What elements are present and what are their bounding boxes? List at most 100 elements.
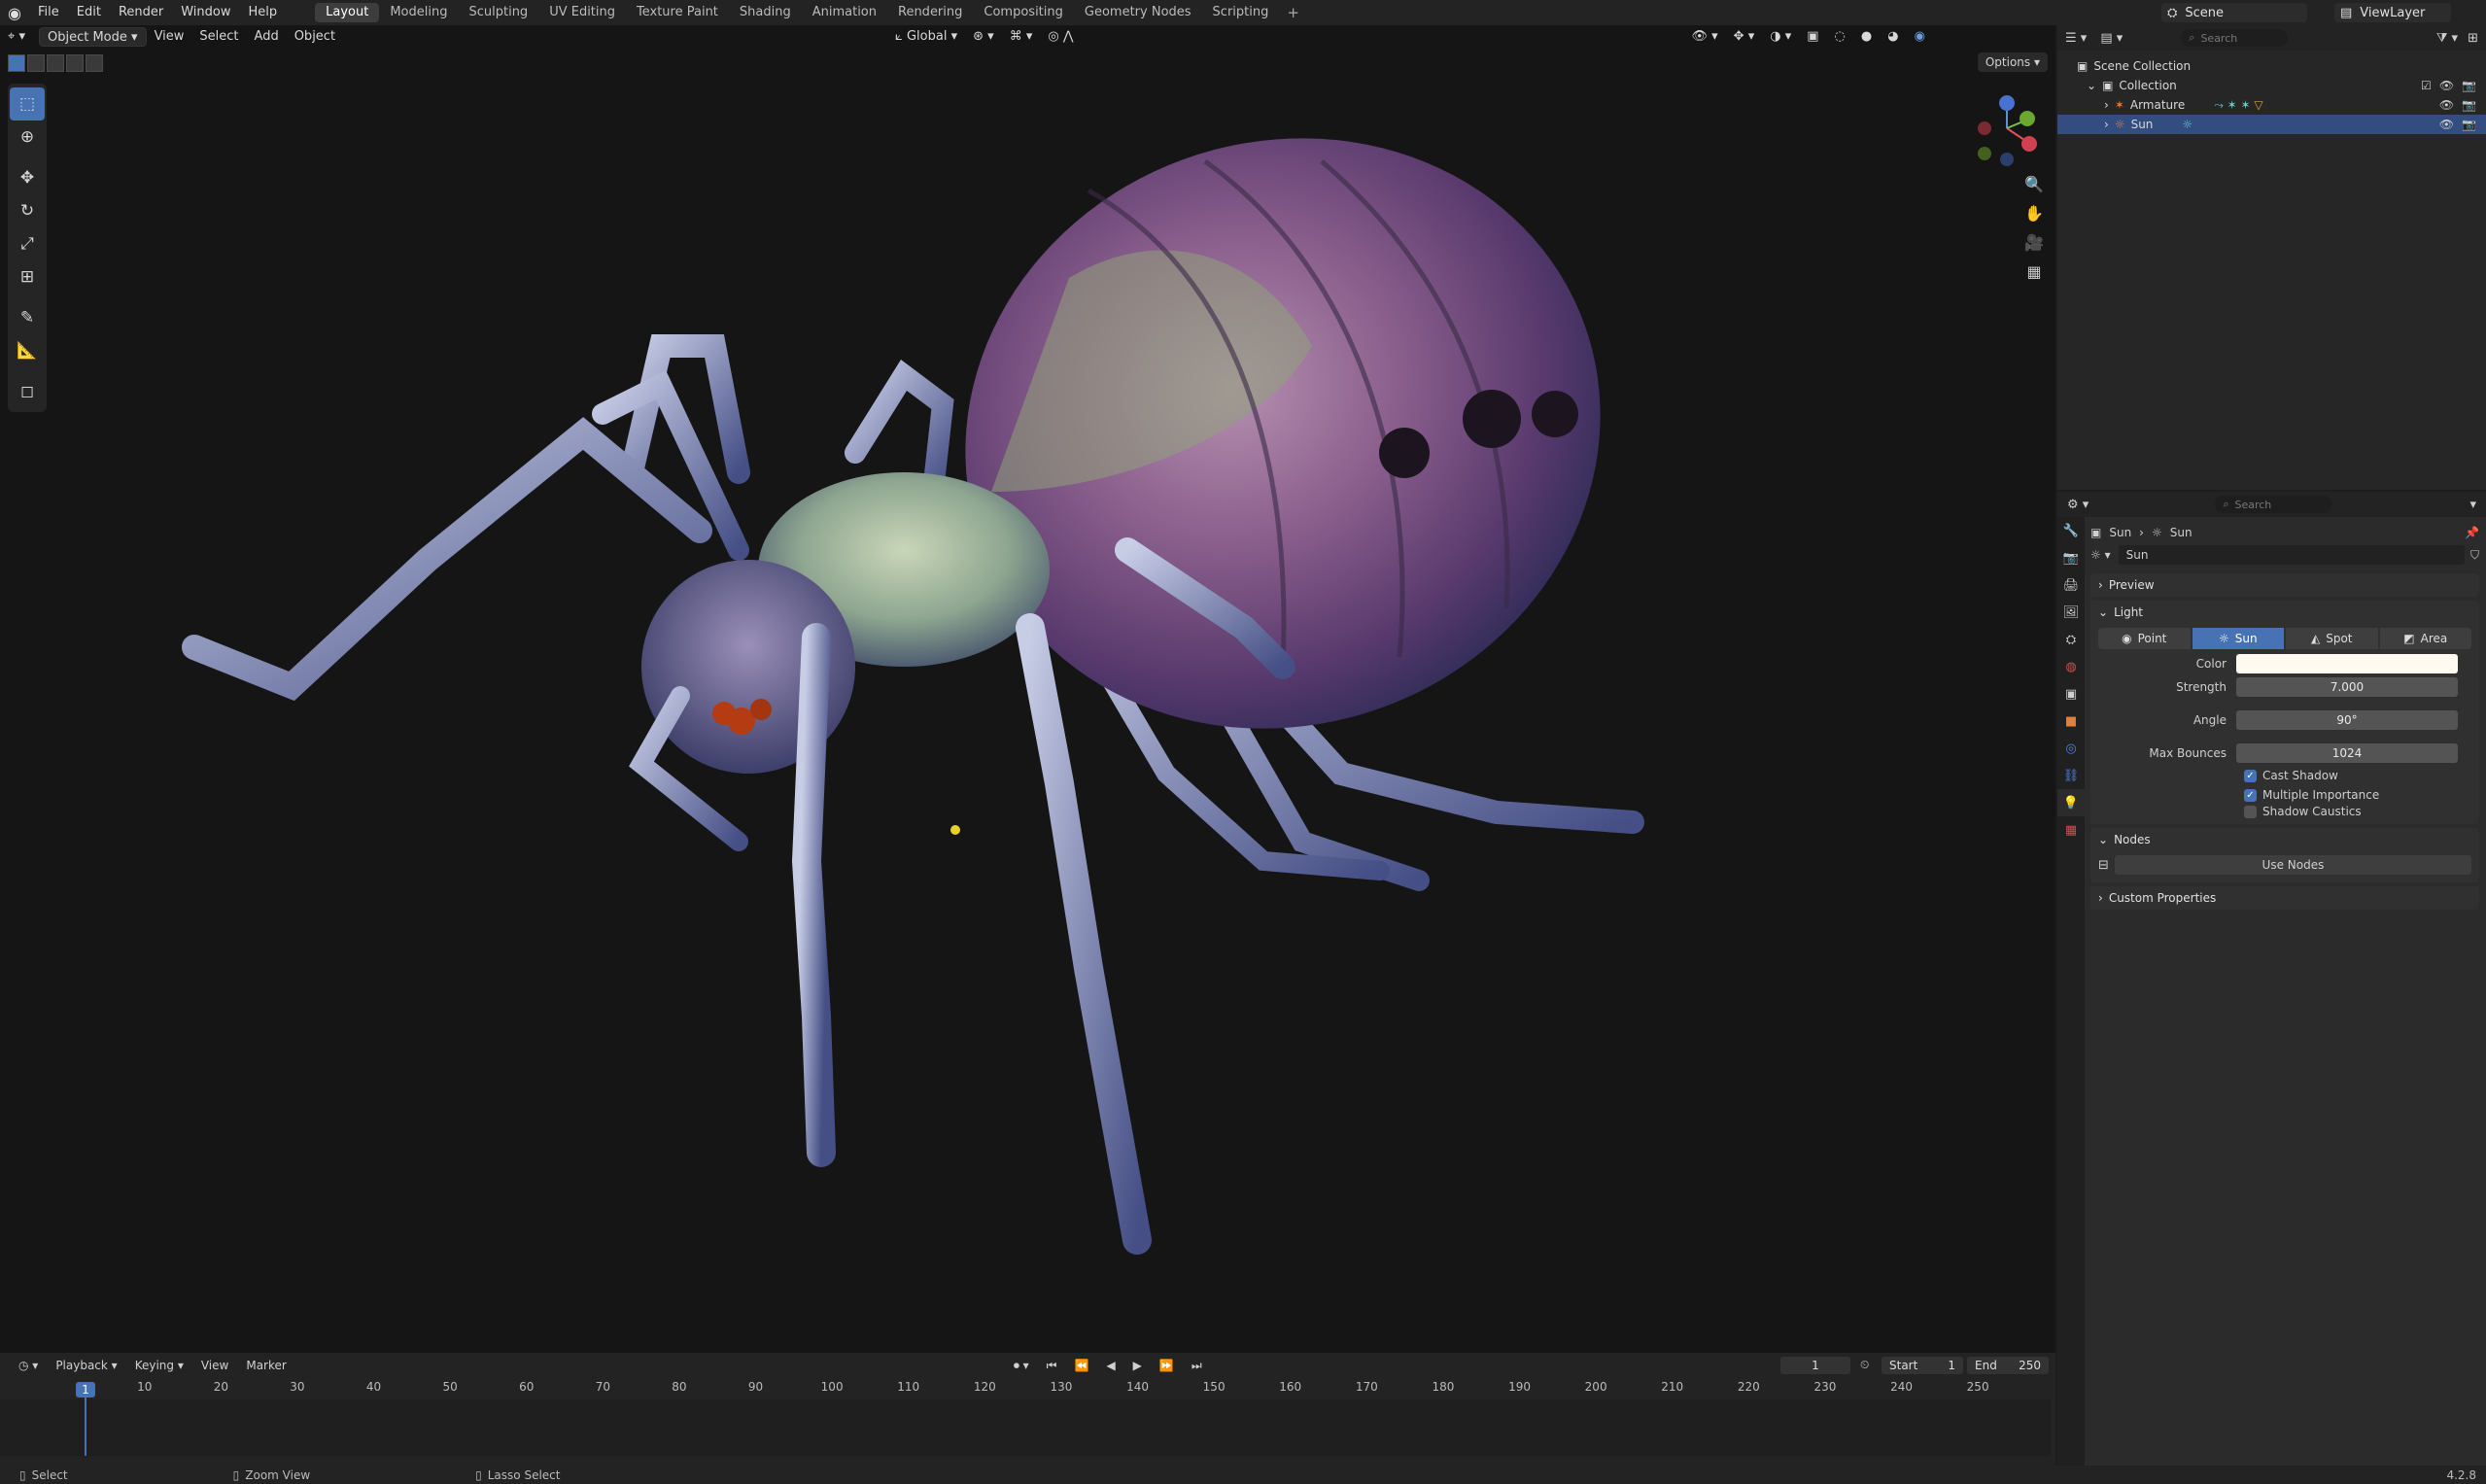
angle-field[interactable]: 90°	[2236, 710, 2458, 730]
menu-render[interactable]: Render	[110, 0, 172, 25]
current-frame-field[interactable]: 1	[1780, 1357, 1850, 1374]
nodes-panel-header[interactable]: ⌄ Nodes	[2090, 828, 2479, 851]
tab-uv-editing[interactable]: UV Editing	[538, 3, 626, 22]
outliner-row-scene-collection[interactable]: ▣ Scene Collection	[2057, 56, 2486, 76]
max-bounces-field[interactable]: 1024	[2236, 743, 2458, 763]
expand-chevron-icon[interactable]: ⌄	[2087, 79, 2096, 92]
preview-range-icon[interactable]: ⏲	[1860, 1358, 1869, 1372]
dropdown-chevron-icon[interactable]: ▾	[2469, 498, 2476, 512]
tab-rendering[interactable]: Rendering	[887, 3, 973, 22]
auto-keying-icon[interactable]: ⏺ ▾	[1005, 1359, 1038, 1373]
tab-texture-paint[interactable]: Texture Paint	[626, 3, 729, 22]
light-data-icon[interactable]: ☼ ▾	[2090, 548, 2111, 562]
expand-chevron-icon[interactable]: ›	[2104, 118, 2109, 131]
perspective-toggle-icon[interactable]: ▦	[2021, 259, 2047, 284]
datablock-selector[interactable]: ☼ ▾ Sun ⛉	[2090, 544, 2479, 566]
object-tab-icon[interactable]: ■	[2057, 707, 2085, 735]
light-panel-header[interactable]: ⌄ Light	[2090, 601, 2479, 624]
tab-geometry-nodes[interactable]: Geometry Nodes	[1074, 3, 1202, 22]
jump-keyframe-forward-icon[interactable]: ⏩	[1151, 1359, 1183, 1372]
outliner-row-collection[interactable]: ⌄ ▣ Collection ☑ 👁 📷	[2057, 76, 2486, 95]
outliner-row-sun[interactable]: › ☼ Sun ☼ 👁 📷	[2057, 115, 2486, 134]
shadow-caustics-row[interactable]: Shadow Caustics	[2090, 805, 2479, 824]
custom-properties-panel[interactable]: › Custom Properties	[2090, 886, 2479, 910]
properties-search-input[interactable]: ⌕ Search	[2215, 496, 2332, 513]
datablock-name-field[interactable]: Sun	[2118, 545, 2465, 565]
spider-model[interactable]	[0, 25, 2055, 1353]
tab-compositing[interactable]: Compositing	[973, 3, 1074, 22]
pan-hand-icon[interactable]: ✋	[2021, 200, 2047, 225]
tool-tab-icon[interactable]: 🔧	[2057, 517, 2085, 544]
checkbox-icon[interactable]: ☑	[2421, 79, 2432, 92]
pin-icon[interactable]: 📌	[2465, 526, 2479, 539]
light-type-area[interactable]: ◩ Area	[2379, 628, 2471, 649]
jump-start-icon[interactable]: ⏮	[1038, 1359, 1066, 1373]
physics-tab-icon[interactable]: ◎	[2057, 735, 2085, 762]
expand-chevron-icon[interactable]: ›	[2104, 98, 2109, 112]
navigation-gizmo[interactable]	[1973, 86, 2041, 183]
blender-logo-icon[interactable]: ◉	[0, 0, 29, 25]
end-frame-field[interactable]: End 250	[1967, 1357, 2049, 1374]
play-icon[interactable]: ▶	[1124, 1359, 1151, 1372]
3d-viewport[interactable]: ⌖ ▾ Object Mode ▾ View Select Add Object…	[0, 25, 2055, 1353]
play-reverse-icon[interactable]: ◀	[1097, 1359, 1123, 1372]
menu-window[interactable]: Window	[172, 0, 239, 25]
camera-view-icon[interactable]: 🎥	[2021, 229, 2047, 255]
menu-timeline-view[interactable]: View	[192, 1359, 237, 1372]
cast-shadow-checkbox[interactable]: ✓	[2244, 769, 2257, 782]
outliner-row-armature[interactable]: › ✶ Armature ⤳ ✶ ✶ ▽ 👁 📷	[2057, 95, 2486, 115]
add-workspace-icon[interactable]: +	[1279, 4, 1307, 21]
render-tab-icon[interactable]: 📷	[2057, 544, 2085, 571]
preview-panel[interactable]: › Preview	[2090, 573, 2479, 597]
scene-selector[interactable]: ⛭ Scene	[2161, 3, 2307, 22]
timeline-editor-icon[interactable]: ◷ ▾	[10, 1359, 47, 1372]
menu-keying[interactable]: Keying ▾	[126, 1359, 192, 1372]
use-nodes-button[interactable]: Use Nodes	[2114, 855, 2471, 875]
outliner-search-input[interactable]: ⌕ Search	[2181, 29, 2289, 47]
strength-field[interactable]: 7.000	[2236, 677, 2458, 697]
frame-ruler[interactable]: 10 20 30 40 50 60 70 80 90 100 110 120 130 140 150 160 1…	[0, 1380, 2051, 1399]
tab-scripting[interactable]: Scripting	[1202, 3, 1280, 22]
menu-file[interactable]: File	[29, 0, 68, 25]
light-type-spot[interactable]: ◭ Spot	[2286, 628, 2378, 649]
collection-tab-icon[interactable]: ▣	[2057, 680, 2085, 707]
properties-editor-icon[interactable]: ⚙ ▾	[2067, 498, 2089, 512]
view-layer-selector[interactable]: ▤ ViewLayer	[2334, 3, 2451, 22]
menu-playback[interactable]: Playback ▾	[47, 1359, 125, 1372]
jump-end-icon[interactable]: ⏭	[1183, 1359, 1211, 1373]
light-type-sun[interactable]: ☼ Sun	[2192, 628, 2284, 649]
tab-animation[interactable]: Animation	[802, 3, 887, 22]
texture-tab-icon[interactable]: ▦	[2057, 816, 2085, 844]
shadow-caustics-checkbox[interactable]	[2244, 805, 2257, 818]
tab-modeling[interactable]: Modeling	[379, 3, 458, 22]
fake-user-shield-icon[interactable]: ⛉	[2470, 548, 2479, 563]
multiple-importance-row[interactable]: ✓ Multiple Importance	[2090, 785, 2479, 805]
view-layer-tab-icon[interactable]: 🖼	[2057, 599, 2085, 626]
outliner-editor-icon[interactable]: ☰ ▾	[2065, 31, 2087, 46]
tab-layout[interactable]: Layout	[315, 3, 380, 22]
jump-keyframe-back-icon[interactable]: ⏪	[1065, 1359, 1097, 1372]
display-mode-icon[interactable]: ▤ ▾	[2100, 31, 2123, 46]
camera-icon[interactable]: 📷	[2462, 118, 2476, 131]
color-swatch[interactable]	[2236, 654, 2458, 673]
zoom-icon[interactable]: 🔍	[2021, 171, 2047, 196]
camera-icon[interactable]: 📷	[2462, 79, 2476, 92]
filter-icon[interactable]: ⧩ ▾	[2436, 31, 2458, 46]
camera-icon[interactable]: 📷	[2462, 98, 2476, 112]
menu-edit[interactable]: Edit	[68, 0, 110, 25]
world-tab-icon[interactable]: ◍	[2057, 653, 2085, 680]
constraints-tab-icon[interactable]: ⛓	[2057, 762, 2085, 789]
tab-sculpting[interactable]: Sculpting	[458, 3, 538, 22]
light-data-tab-icon[interactable]: 💡	[2057, 789, 2085, 816]
new-collection-icon[interactable]: ⊞	[2468, 31, 2478, 46]
scene-tab-icon[interactable]: ⛭	[2057, 626, 2085, 653]
eye-icon[interactable]: 👁	[2439, 118, 2454, 131]
tab-shading[interactable]: Shading	[729, 3, 802, 22]
menu-marker[interactable]: Marker	[237, 1359, 294, 1372]
eye-icon[interactable]: 👁	[2439, 79, 2454, 92]
multiple-importance-checkbox[interactable]: ✓	[2244, 788, 2257, 802]
menu-help[interactable]: Help	[240, 0, 287, 25]
cast-shadow-row[interactable]: ✓ Cast Shadow	[2090, 766, 2479, 785]
output-tab-icon[interactable]: 🖨	[2057, 571, 2085, 599]
eye-icon[interactable]: 👁	[2439, 98, 2454, 112]
